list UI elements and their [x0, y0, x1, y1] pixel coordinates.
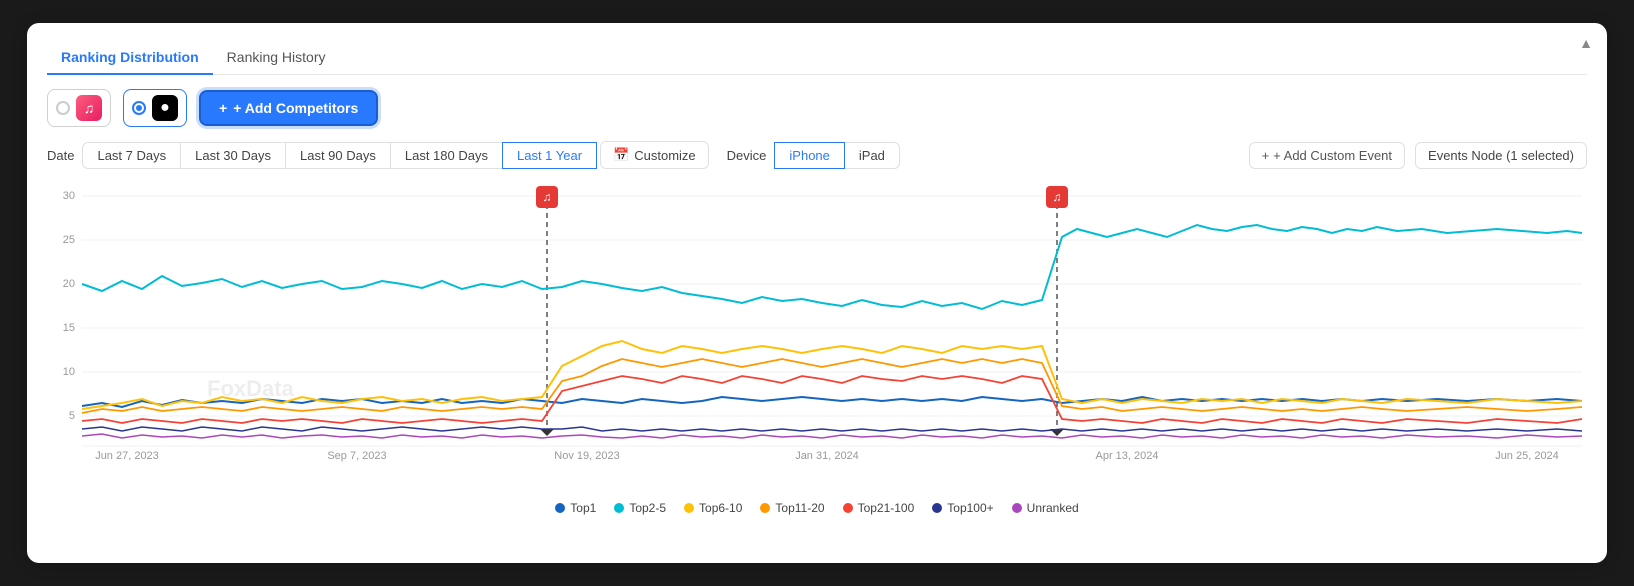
svg-text:Sep 7, 2023: Sep 7, 2023: [327, 450, 386, 462]
svg-text:10: 10: [63, 366, 75, 378]
collapse-button[interactable]: ▲: [1579, 35, 1593, 51]
controls-row: ♫ ● + + Add Competitors: [47, 89, 1587, 127]
plus-icon: +: [1262, 148, 1270, 163]
filters-row: Date Last 7 Days Last 30 Days Last 90 Da…: [47, 141, 1587, 169]
legend-dot-top6-10: [684, 503, 694, 513]
legend-dot-top2-5: [614, 503, 624, 513]
legend-top21-100: Top21-100: [843, 501, 915, 515]
events-node-button[interactable]: Events Node (1 selected): [1415, 142, 1587, 169]
legend-dot-top100plus: [932, 503, 942, 513]
svg-text:20: 20: [63, 278, 75, 290]
tab-ranking-distribution[interactable]: Ranking Distribution: [47, 41, 213, 75]
svg-text:♫: ♫: [543, 190, 552, 204]
device-ipad[interactable]: iPad: [844, 142, 900, 169]
legend-dot-top1: [555, 503, 565, 513]
add-custom-event-button[interactable]: + + Add Custom Event: [1249, 142, 1405, 169]
filter-last30[interactable]: Last 30 Days: [180, 142, 286, 169]
legend-dot-top21-100: [843, 503, 853, 513]
radio-dot-music: [56, 101, 70, 115]
app-selector-music[interactable]: ♫: [47, 89, 111, 127]
svg-text:30: 30: [63, 190, 75, 202]
music-app-icon: ♫: [76, 95, 102, 121]
add-competitors-button[interactable]: + + Add Competitors: [199, 90, 378, 126]
legend-unranked: Unranked: [1012, 501, 1079, 515]
radio-dot-spotify: [132, 101, 146, 115]
svg-text:Jan 31, 2024: Jan 31, 2024: [795, 450, 859, 462]
chart-svg: 30 25 20 15 10 5 FoxData ♫ ♫: [47, 181, 1587, 491]
svg-text:Jun 25, 2024: Jun 25, 2024: [1495, 450, 1559, 462]
add-icon: +: [219, 100, 227, 116]
legend-top2-5: Top2-5: [614, 501, 666, 515]
filter-last180[interactable]: Last 180 Days: [390, 142, 503, 169]
chart-legend: Top1 Top2-5 Top6-10 Top11-20 Top21-100 T…: [47, 501, 1587, 515]
svg-text:Nov 19, 2023: Nov 19, 2023: [554, 450, 619, 462]
right-actions: + + Add Custom Event Events Node (1 sele…: [1249, 142, 1587, 169]
tab-ranking-history[interactable]: Ranking History: [213, 41, 340, 75]
legend-dot-unranked: [1012, 503, 1022, 513]
collapse-icon: ▲: [1579, 35, 1593, 51]
legend-top100plus: Top100+: [932, 501, 993, 515]
add-competitors-label: + Add Competitors: [233, 100, 358, 116]
add-event-label: + Add Custom Event: [1273, 148, 1392, 163]
chart-area: 30 25 20 15 10 5 FoxData ♫ ♫: [47, 181, 1587, 491]
customize-label: Customize: [634, 148, 695, 163]
svg-text:♫: ♫: [1053, 190, 1062, 204]
filter-last1year[interactable]: Last 1 Year: [502, 142, 597, 169]
svg-text:15: 15: [63, 322, 75, 334]
device-label: Device: [727, 148, 767, 163]
tabs-row: Ranking Distribution Ranking History: [47, 41, 1587, 75]
device-iphone[interactable]: iPhone: [774, 142, 844, 169]
legend-top1: Top1: [555, 501, 596, 515]
legend-dot-top11-20: [760, 503, 770, 513]
filter-last90[interactable]: Last 90 Days: [285, 142, 391, 169]
legend-top6-10: Top6-10: [684, 501, 742, 515]
svg-text:5: 5: [69, 410, 75, 422]
svg-text:Apr 13, 2024: Apr 13, 2024: [1096, 450, 1159, 462]
legend-top11-20: Top11-20: [760, 501, 824, 515]
customize-button[interactable]: 📅 Customize: [600, 141, 709, 169]
date-label: Date: [47, 148, 74, 163]
main-card: ▲ Ranking Distribution Ranking History ♫…: [27, 23, 1607, 563]
app-selector-spotify[interactable]: ●: [123, 89, 187, 127]
spotify-app-icon: ●: [152, 95, 178, 121]
svg-text:25: 25: [63, 234, 75, 246]
filter-last7[interactable]: Last 7 Days: [82, 142, 181, 169]
svg-text:Jun 27, 2023: Jun 27, 2023: [95, 450, 159, 462]
calendar-icon: 📅: [613, 147, 629, 163]
